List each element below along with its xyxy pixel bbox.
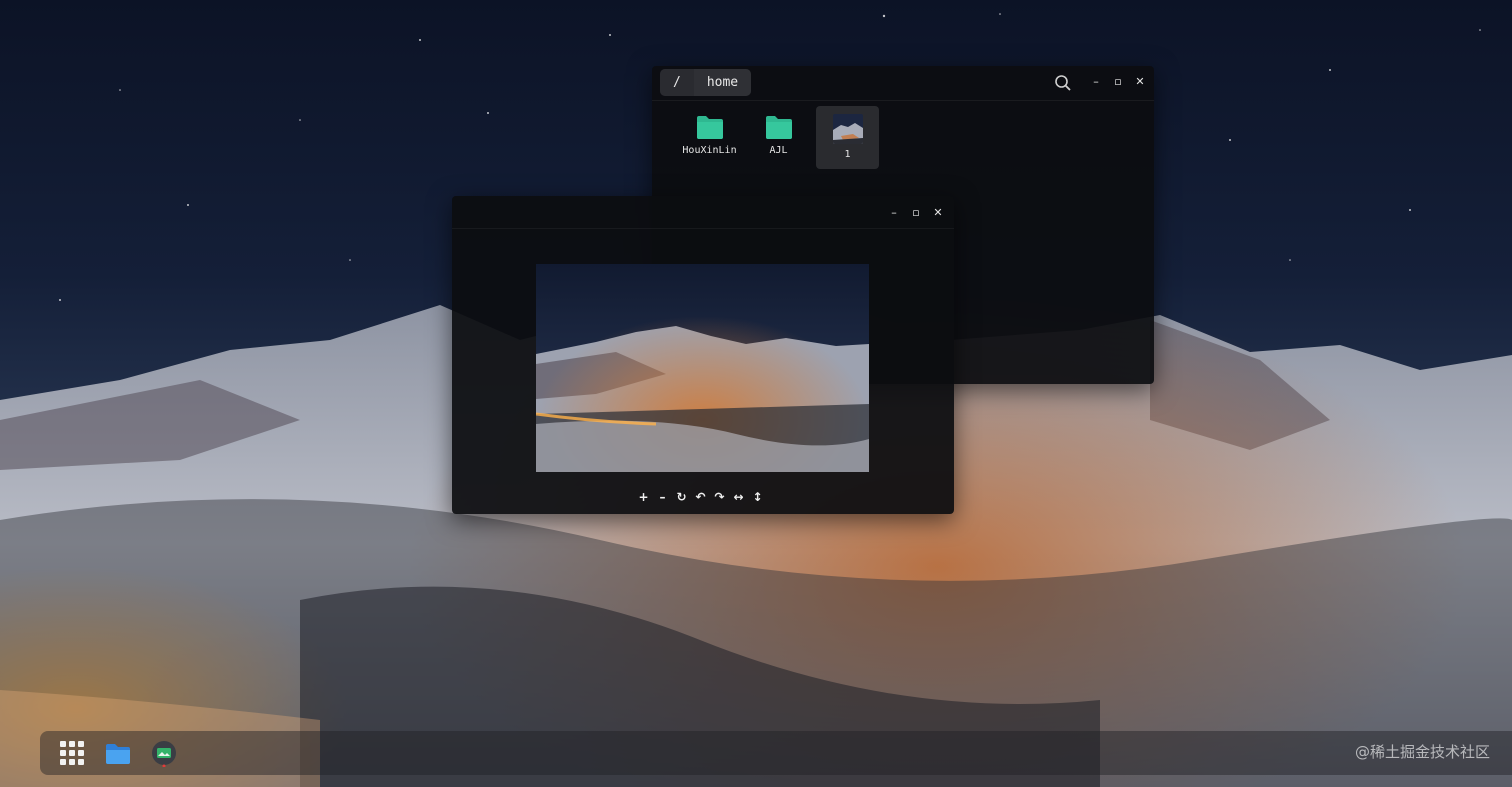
minimize-button[interactable]: – bbox=[886, 204, 902, 220]
close-button[interactable]: ✕ bbox=[1132, 73, 1148, 89]
watermark: @稀土掘金技术社区 bbox=[1354, 743, 1490, 761]
folder-icon bbox=[696, 116, 723, 139]
zoom-out-button[interactable]: – bbox=[655, 488, 670, 506]
file-item-houxinlin[interactable]: HouXinLin bbox=[678, 106, 741, 169]
image-toolbar: + – ↻ ↶ ↷ ↔ ↕ bbox=[636, 488, 765, 506]
breadcrumb: / home bbox=[660, 69, 752, 96]
maximize-button[interactable]: ▫ bbox=[1110, 73, 1126, 89]
rotate-left-button[interactable]: ↶ bbox=[693, 488, 708, 506]
displayed-image bbox=[536, 264, 869, 472]
image-viewer-app-icon[interactable] bbox=[150, 739, 178, 767]
file-item-label: HouXinLin bbox=[682, 145, 737, 156]
image-viewer-window[interactable]: – ▫ ✕ + – ↻ ↶ ↷ ↔ ↕ bbox=[452, 196, 954, 514]
search-icon[interactable] bbox=[1054, 74, 1072, 92]
file-item-image-1[interactable]: 1 bbox=[816, 106, 879, 169]
rotate-right-button[interactable]: ↷ bbox=[712, 488, 727, 506]
minimize-button[interactable]: – bbox=[1088, 73, 1104, 89]
close-button[interactable]: ✕ bbox=[930, 204, 946, 220]
folder-icon bbox=[765, 116, 792, 139]
zoom-in-button[interactable]: + bbox=[636, 488, 651, 506]
dock bbox=[40, 731, 1512, 775]
files-app-icon[interactable] bbox=[104, 739, 132, 767]
file-item-label: AJL bbox=[769, 145, 788, 156]
breadcrumb-home[interactable]: home bbox=[693, 69, 752, 96]
file-item-label: 1 bbox=[844, 149, 851, 160]
file-item-ajl[interactable]: AJL bbox=[747, 106, 810, 169]
image-thumbnail bbox=[832, 114, 863, 144]
breadcrumb-root[interactable]: / bbox=[660, 69, 694, 96]
reset-button[interactable]: ↻ bbox=[674, 488, 689, 506]
flip-vertical-button[interactable]: ↕ bbox=[750, 488, 765, 506]
app-grid-icon[interactable] bbox=[58, 739, 86, 767]
image-viewer-titlebar[interactable]: – ▫ ✕ bbox=[452, 196, 954, 229]
maximize-button[interactable]: ▫ bbox=[908, 204, 924, 220]
flip-horizontal-button[interactable]: ↔ bbox=[731, 488, 746, 506]
file-manager-titlebar[interactable]: / home – ▫ ✕ bbox=[652, 66, 1154, 101]
file-list: HouXinLin AJL 1 bbox=[678, 106, 879, 169]
